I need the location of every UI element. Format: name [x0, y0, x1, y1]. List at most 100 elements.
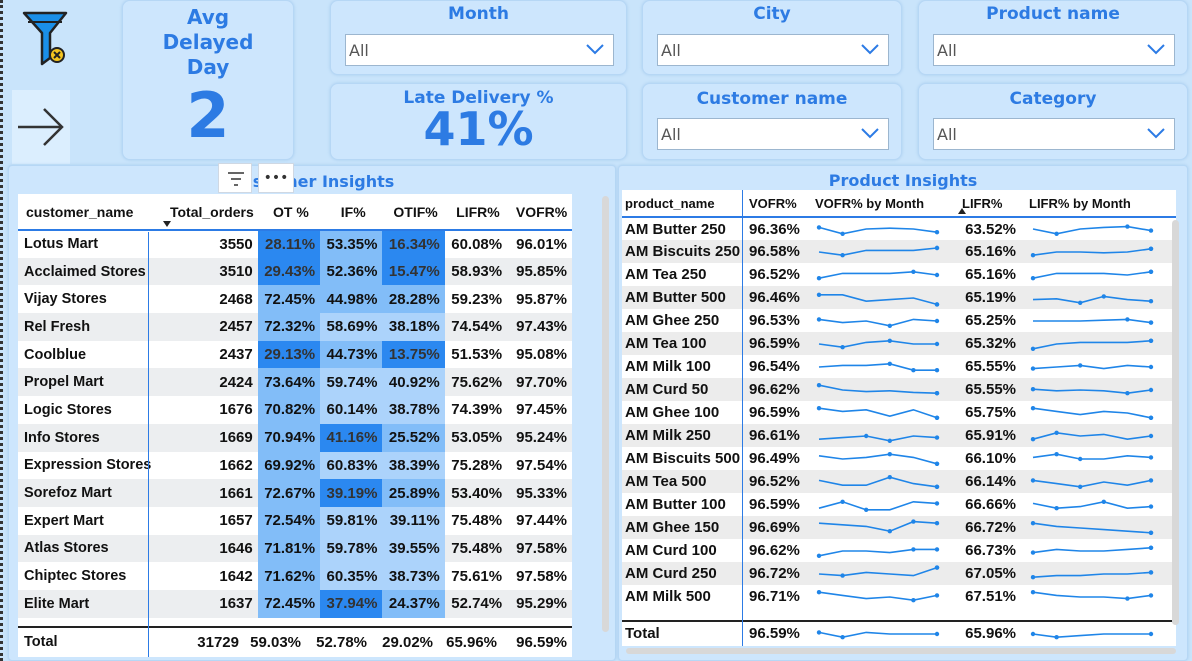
- vofr-cell: 96.62%: [749, 542, 800, 559]
- table-row[interactable]: AM Butter 500 96.46% 65.19%: [622, 286, 1176, 309]
- table-row[interactable]: AM Tea 250 96.52% 65.16%: [622, 263, 1176, 286]
- table-row[interactable]: AM Butter 100 96.59% 66.66%: [622, 493, 1176, 516]
- col-header[interactable]: IF%: [320, 194, 383, 231]
- more-options-icon[interactable]: •••: [258, 163, 294, 193]
- vofr-cell: 96.72%: [746, 562, 812, 585]
- vofr-sparkline: [816, 589, 940, 602]
- col-header[interactable]: customer_name: [18, 194, 160, 231]
- lifr-sparkline: [1030, 477, 1154, 489]
- sparkline-point: [1054, 634, 1059, 639]
- table-row[interactable]: AM Curd 250 96.72% 67.05%: [622, 562, 1176, 585]
- table-row[interactable]: Acclaimed Stores 3510 29.43% 52.36% 15.47% 58…: [18, 257, 572, 286]
- table-row[interactable]: Atlas Stores 1646 71.81% 59.78% 39.55% 75.48%…: [18, 534, 572, 563]
- table-row[interactable]: Coolblue 2437 29.13% 44.73% 13.75% 51.53% 95.0…: [18, 340, 572, 369]
- product-dropdown[interactable]: All: [933, 34, 1175, 66]
- col-header[interactable]: LIFR%: [444, 194, 508, 231]
- lifr-sparkline: [1030, 269, 1154, 280]
- customer-dropdown[interactable]: All: [657, 118, 889, 150]
- customer-table-scrollbar[interactable]: [602, 196, 609, 632]
- table-row[interactable]: Sorefoz Mart 1661 72.67% 39.19% 25.89% 53.40%…: [18, 479, 572, 507]
- table-row[interactable]: Lotus Mart 3550 28.11% 53.35% 16.34% 60.08% 96…: [18, 230, 572, 258]
- table-row[interactable]: AM Tea 500 96.52% 66.14%: [622, 470, 1176, 493]
- sparkline-point: [1101, 293, 1106, 299]
- sparkline-path: [1032, 500, 1152, 509]
- table-row[interactable]: AM Milk 100 96.54% 65.55%: [622, 355, 1176, 378]
- product-table-scrollbar-h[interactable]: [626, 648, 1176, 654]
- table-row[interactable]: AM Ghee 250 96.53% 65.25%: [622, 309, 1176, 332]
- col-header[interactable]: Total_orders: [159, 194, 258, 231]
- lifr-sparkline: [1032, 224, 1154, 236]
- slicer-product-name: Product name All: [918, 0, 1188, 75]
- table-row[interactable]: Elite Mart 1637 72.45% 37.94% 24.37% 52.74% 95…: [18, 589, 572, 618]
- metric-cell: 60.83%: [320, 451, 383, 480]
- metric-cell: 25.52%: [382, 423, 445, 452]
- table-row[interactable]: AM Curd 100 96.62% 66.73%: [622, 539, 1176, 562]
- sparkline-point: [1030, 346, 1036, 351]
- lifr-sparkline: [1032, 293, 1154, 305]
- col-header[interactable]: LIFR% by Month: [1026, 190, 1176, 218]
- sparkline-path: [1032, 521, 1152, 534]
- table-row[interactable]: AM Curd 50 96.62% 65.55%: [622, 378, 1176, 401]
- category-dropdown[interactable]: All: [933, 118, 1175, 150]
- table-row[interactable]: AM Tea 100 96.59% 65.32%: [622, 332, 1176, 355]
- total-label: Total: [24, 634, 58, 650]
- col-header[interactable]: VOFR% by Month: [812, 190, 952, 218]
- table-row[interactable]: AM Butter 250 96.36% 63.52%: [622, 217, 1176, 240]
- sparkline-path: [818, 226, 938, 235]
- customer-insights-title: Customer Insights: [229, 172, 395, 191]
- table-row[interactable]: Vijay Stores 2468 72.45% 44.98% 28.28% 59.23%…: [18, 285, 572, 314]
- table-row[interactable]: Expression Stores 1662 69.92% 60.83% 38.39% 7…: [18, 451, 572, 480]
- vofr-sparkline-cell: [812, 447, 952, 470]
- month-dropdown[interactable]: All: [345, 34, 614, 66]
- table-row[interactable]: AM Ghee 100 96.59% 65.75%: [622, 401, 1176, 424]
- metric-cell: 72.67%: [257, 479, 321, 507]
- lifr-sparkline-cell: [1026, 470, 1176, 493]
- sparkline-point: [934, 415, 940, 420]
- table-row[interactable]: Expert Mart 1657 72.54% 59.81% 39.11% 75.48% 9…: [18, 506, 572, 535]
- table-row[interactable]: Chiptec Stores 1642 71.62% 60.35% 38.73% 75.6…: [18, 562, 572, 590]
- table-row[interactable]: Rel Fresh 2457 72.32% 58.69% 38.18% 74.54% 97.…: [18, 313, 572, 341]
- table-row[interactable]: Propel Mart 2424 73.64% 59.74% 40.92% 75.62% 9…: [18, 368, 572, 397]
- sparkline-point: [887, 438, 892, 443]
- col-header[interactable]: VOFR%: [746, 190, 812, 218]
- table-row[interactable]: Logic Stores 1676 70.82% 60.14% 38.78% 74.39%…: [18, 396, 572, 424]
- sparkline-point: [1030, 549, 1036, 555]
- table-row[interactable]: Info Stores 1669 70.94% 41.16% 25.52% 53.05% 9…: [18, 423, 572, 452]
- product-table-panel: product_name VOFR% VOFR% by Month LIFR% …: [622, 190, 1176, 646]
- chevron-down-icon: [586, 44, 604, 55]
- vofr-sparkline: [818, 338, 940, 349]
- sparkline-point: [1078, 300, 1083, 305]
- col-header[interactable]: OTIF%: [382, 194, 445, 231]
- sparkline-path: [1032, 387, 1152, 394]
- product-name-cell: AM Tea 250: [625, 266, 707, 283]
- sparkline-path: [818, 383, 938, 394]
- city-dropdown[interactable]: All: [657, 34, 889, 66]
- metric-cell: 1662: [219, 456, 253, 474]
- table-row[interactable]: AM Biscuits 500 96.49% 66.10%: [622, 447, 1176, 470]
- vofr-cell: 96.71%: [749, 588, 800, 605]
- table-row[interactable]: AM Biscuits 250 96.58% 65.16%: [622, 240, 1176, 263]
- sparkline-point: [934, 245, 940, 250]
- product-table-scrollbar-v[interactable]: [1172, 220, 1179, 625]
- sparkline-point: [934, 367, 940, 372]
- vofr-sparkline-cell: [812, 217, 952, 240]
- vofr-cell: 96.46%: [746, 286, 812, 309]
- metric-cell: 75.48%: [444, 534, 508, 563]
- filter-visual-icon[interactable]: [218, 163, 252, 193]
- lifr-cell: 67.51%: [965, 588, 1016, 605]
- vofr-sparkline: [816, 405, 940, 420]
- sparkline-point: [911, 367, 916, 372]
- slicer-product-label: Product name: [986, 4, 1120, 24]
- col-header[interactable]: OT %: [257, 194, 321, 231]
- col-header[interactable]: VOFR%: [507, 194, 572, 231]
- table-row[interactable]: AM Milk 250 96.61% 65.91%: [622, 424, 1176, 447]
- col-header[interactable]: LIFR%: [952, 190, 1026, 218]
- col-header[interactable]: product_name: [622, 190, 746, 218]
- metric-cell: 59.78%: [320, 534, 383, 563]
- table-row[interactable]: AM Ghee 150 96.69% 66.72%: [622, 516, 1176, 539]
- nav-arrow-button[interactable]: [12, 90, 70, 164]
- filter-clear-icon[interactable]: [20, 8, 72, 66]
- metric-cell: 95.29%: [507, 589, 572, 618]
- table-row[interactable]: AM Milk 500 96.71% 67.51%: [622, 585, 1176, 608]
- metric-cell: 74.54%: [444, 313, 508, 341]
